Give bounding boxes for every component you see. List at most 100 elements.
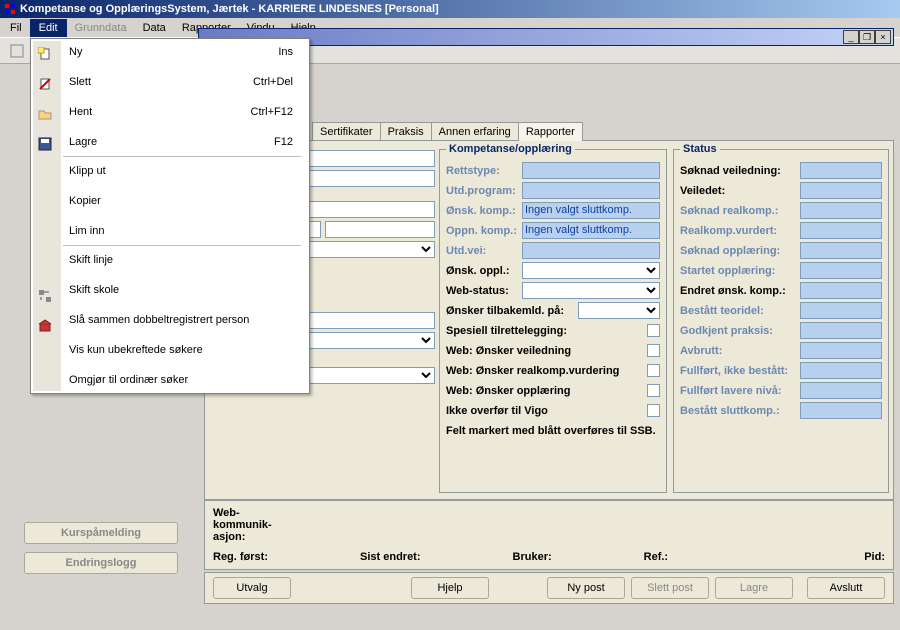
field-startet-oppl[interactable] xyxy=(800,262,882,279)
menu-item-slett[interactable]: SlettCtrl+Del xyxy=(61,71,307,93)
field-onsk-komp[interactable]: Ingen valgt sluttkomp. xyxy=(522,202,660,219)
field-oppn-komp[interactable]: Ingen valgt sluttkomp. xyxy=(522,222,660,239)
field-utdprogram[interactable] xyxy=(522,182,660,199)
field-bestatt-slutt[interactable] xyxy=(800,402,882,419)
label-sist-endret: Sist endret: xyxy=(360,551,421,563)
menu-item-skift-linje[interactable]: Skift linje xyxy=(61,249,307,271)
checkbox-web-realkomp[interactable] xyxy=(647,364,660,377)
edit-dropdown-menu: NyIns SlettCtrl+Del HentCtrl+F12 LagreF1… xyxy=(30,38,310,394)
menu-fil[interactable]: Fil xyxy=(2,20,30,36)
field-avbrutt[interactable] xyxy=(800,342,882,359)
label-reg-forst: Reg. først: xyxy=(213,551,268,563)
tab-praksis[interactable]: Praksis xyxy=(380,122,432,141)
label-startet-oppl: Startet opplæring: xyxy=(680,265,800,277)
menu-item-lim-inn[interactable]: Lim inn xyxy=(61,220,307,242)
menu-item-omgjor[interactable]: Omgjør til ordinær søker xyxy=(61,369,307,391)
new-icon xyxy=(36,45,54,63)
app-icon xyxy=(4,3,16,15)
fieldset-status: Status Søknad veiledning: Veiledet: Søkn… xyxy=(673,143,889,493)
label-bestatt-slutt: Bestått sluttkomp.: xyxy=(680,405,800,417)
label-utdvei: Utd.vei: xyxy=(446,245,522,257)
label-bestatt-teori: Bestått teoridel: xyxy=(680,305,800,317)
label-utdprogram: Utd.program: xyxy=(446,185,522,197)
label-avbrutt: Avbrutt: xyxy=(680,345,800,357)
button-bar: Utvalg Hjelp Ny post Slett post Lagre Av… xyxy=(204,572,894,604)
menu-item-kopier[interactable]: Kopier xyxy=(61,190,307,212)
label-onsk-oppl: Ønsk. oppl.: xyxy=(446,265,522,277)
label-soknad-real: Søknad realkomp.: xyxy=(680,205,800,217)
label-spesiell: Spesiell tilrettelegging: xyxy=(446,325,647,337)
tab-annen-erfaring[interactable]: Annen erfaring xyxy=(431,122,519,141)
field-fullfort-lavere[interactable] xyxy=(800,382,882,399)
field-rettstype[interactable] xyxy=(522,162,660,179)
button-lagre[interactable]: Lagre xyxy=(715,577,793,599)
menu-separator-2 xyxy=(63,245,301,246)
field-soknad-veil[interactable] xyxy=(800,162,882,179)
legend-kompetanse: Kompetanse/opplæring xyxy=(446,143,575,155)
label-fullfort-ikke: Fullført, ikke bestått: xyxy=(680,365,800,377)
button-kurspamelding[interactable]: Kurspåmelding xyxy=(24,522,178,544)
school-icon xyxy=(36,317,54,335)
label-fullfort-lavere: Fullført lavere nivå: xyxy=(680,385,800,397)
mdi-close-button[interactable]: × xyxy=(875,30,891,44)
toolbar-button-1[interactable] xyxy=(8,42,26,60)
label-onsker-tilb: Ønsker tilbakemld. på: xyxy=(446,305,578,317)
button-ny-post[interactable]: Ny post xyxy=(547,577,625,599)
label-footnote: Felt markert med blått overføres til SSB… xyxy=(446,425,660,437)
menu-item-klipp-ut[interactable]: Klipp ut xyxy=(61,160,307,182)
menu-item-ny[interactable]: NyIns xyxy=(61,41,307,63)
swap-icon xyxy=(36,287,54,305)
webkomm-panel: Web- kommunik- asjon: Reg. først: Sist e… xyxy=(204,500,894,570)
legend-status: Status xyxy=(680,143,720,155)
field-web-komm[interactable] xyxy=(287,507,885,547)
menu-grunndata[interactable]: Grunndata xyxy=(67,20,135,36)
left-field-4b[interactable] xyxy=(325,221,435,238)
button-avslutt[interactable]: Avslutt xyxy=(807,577,885,599)
menu-item-vis-kun[interactable]: Vis kun ubekreftede søkere xyxy=(61,339,307,361)
label-onsk-komp: Ønsk. komp.: xyxy=(446,205,522,217)
menu-item-lagre[interactable]: LagreF12 xyxy=(61,131,307,153)
checkbox-web-oppl[interactable] xyxy=(647,384,660,397)
select-onsker-tilb[interactable] xyxy=(578,302,660,319)
checkbox-spesiell[interactable] xyxy=(647,324,660,337)
label-bruker: Bruker: xyxy=(513,551,552,563)
menu-item-hent[interactable]: HentCtrl+F12 xyxy=(61,101,307,123)
menu-item-skift-skole[interactable]: Skift skole xyxy=(61,279,307,301)
select-web-status[interactable] xyxy=(522,282,660,299)
save-icon xyxy=(36,135,54,153)
field-soknad-oppl[interactable] xyxy=(800,242,882,259)
label-web-status: Web-status: xyxy=(446,285,522,297)
field-endret-onsk[interactable] xyxy=(800,282,882,299)
label-soknad-veil: Søknad veiledning: xyxy=(680,165,800,177)
tab-sertifikater[interactable]: Sertifikater xyxy=(312,122,381,141)
mdi-restore-button[interactable]: ❐ xyxy=(859,30,875,44)
left-action-buttons: Kurspåmelding Endringslogg xyxy=(24,522,178,574)
button-endringslogg[interactable]: Endringslogg xyxy=(24,552,178,574)
button-slett-post[interactable]: Slett post xyxy=(631,577,709,599)
field-real-vurd[interactable] xyxy=(800,222,882,239)
menu-item-sla-sammen[interactable]: Slå sammen dobbeltregistrert person xyxy=(61,309,307,331)
label-rettstype: Rettstype: xyxy=(446,165,522,177)
field-bestatt-teori[interactable] xyxy=(800,302,882,319)
select-onsk-oppl[interactable] xyxy=(522,262,660,279)
mdi-minimize-button[interactable]: _ xyxy=(843,30,859,44)
field-fullfort-ikke[interactable] xyxy=(800,362,882,379)
label-web-veiled: Web: Ønsker veiledning xyxy=(446,345,647,357)
menu-data[interactable]: Data xyxy=(135,20,174,36)
menu-separator-1 xyxy=(63,156,301,157)
delete-icon xyxy=(36,75,54,93)
checkbox-web-veiled[interactable] xyxy=(647,344,660,357)
field-godkjent-praksis[interactable] xyxy=(800,322,882,339)
menu-edit[interactable]: Edit xyxy=(30,19,67,37)
tab-rapporter[interactable]: Rapporter xyxy=(518,122,583,141)
field-veiledet[interactable] xyxy=(800,182,882,199)
field-soknad-real[interactable] xyxy=(800,202,882,219)
checkbox-ikke-vigo[interactable] xyxy=(647,404,660,417)
label-real-vurd: Realkomp.vurdert: xyxy=(680,225,800,237)
field-utdvei[interactable] xyxy=(522,242,660,259)
label-web-oppl: Web: Ønsker opplæring xyxy=(446,385,647,397)
window-title: Kompetanse og OpplæringsSystem, Jærtek -… xyxy=(20,3,439,15)
label-pid: Pid: xyxy=(864,551,885,563)
button-hjelp[interactable]: Hjelp xyxy=(411,577,489,599)
button-utvalg[interactable]: Utvalg xyxy=(213,577,291,599)
